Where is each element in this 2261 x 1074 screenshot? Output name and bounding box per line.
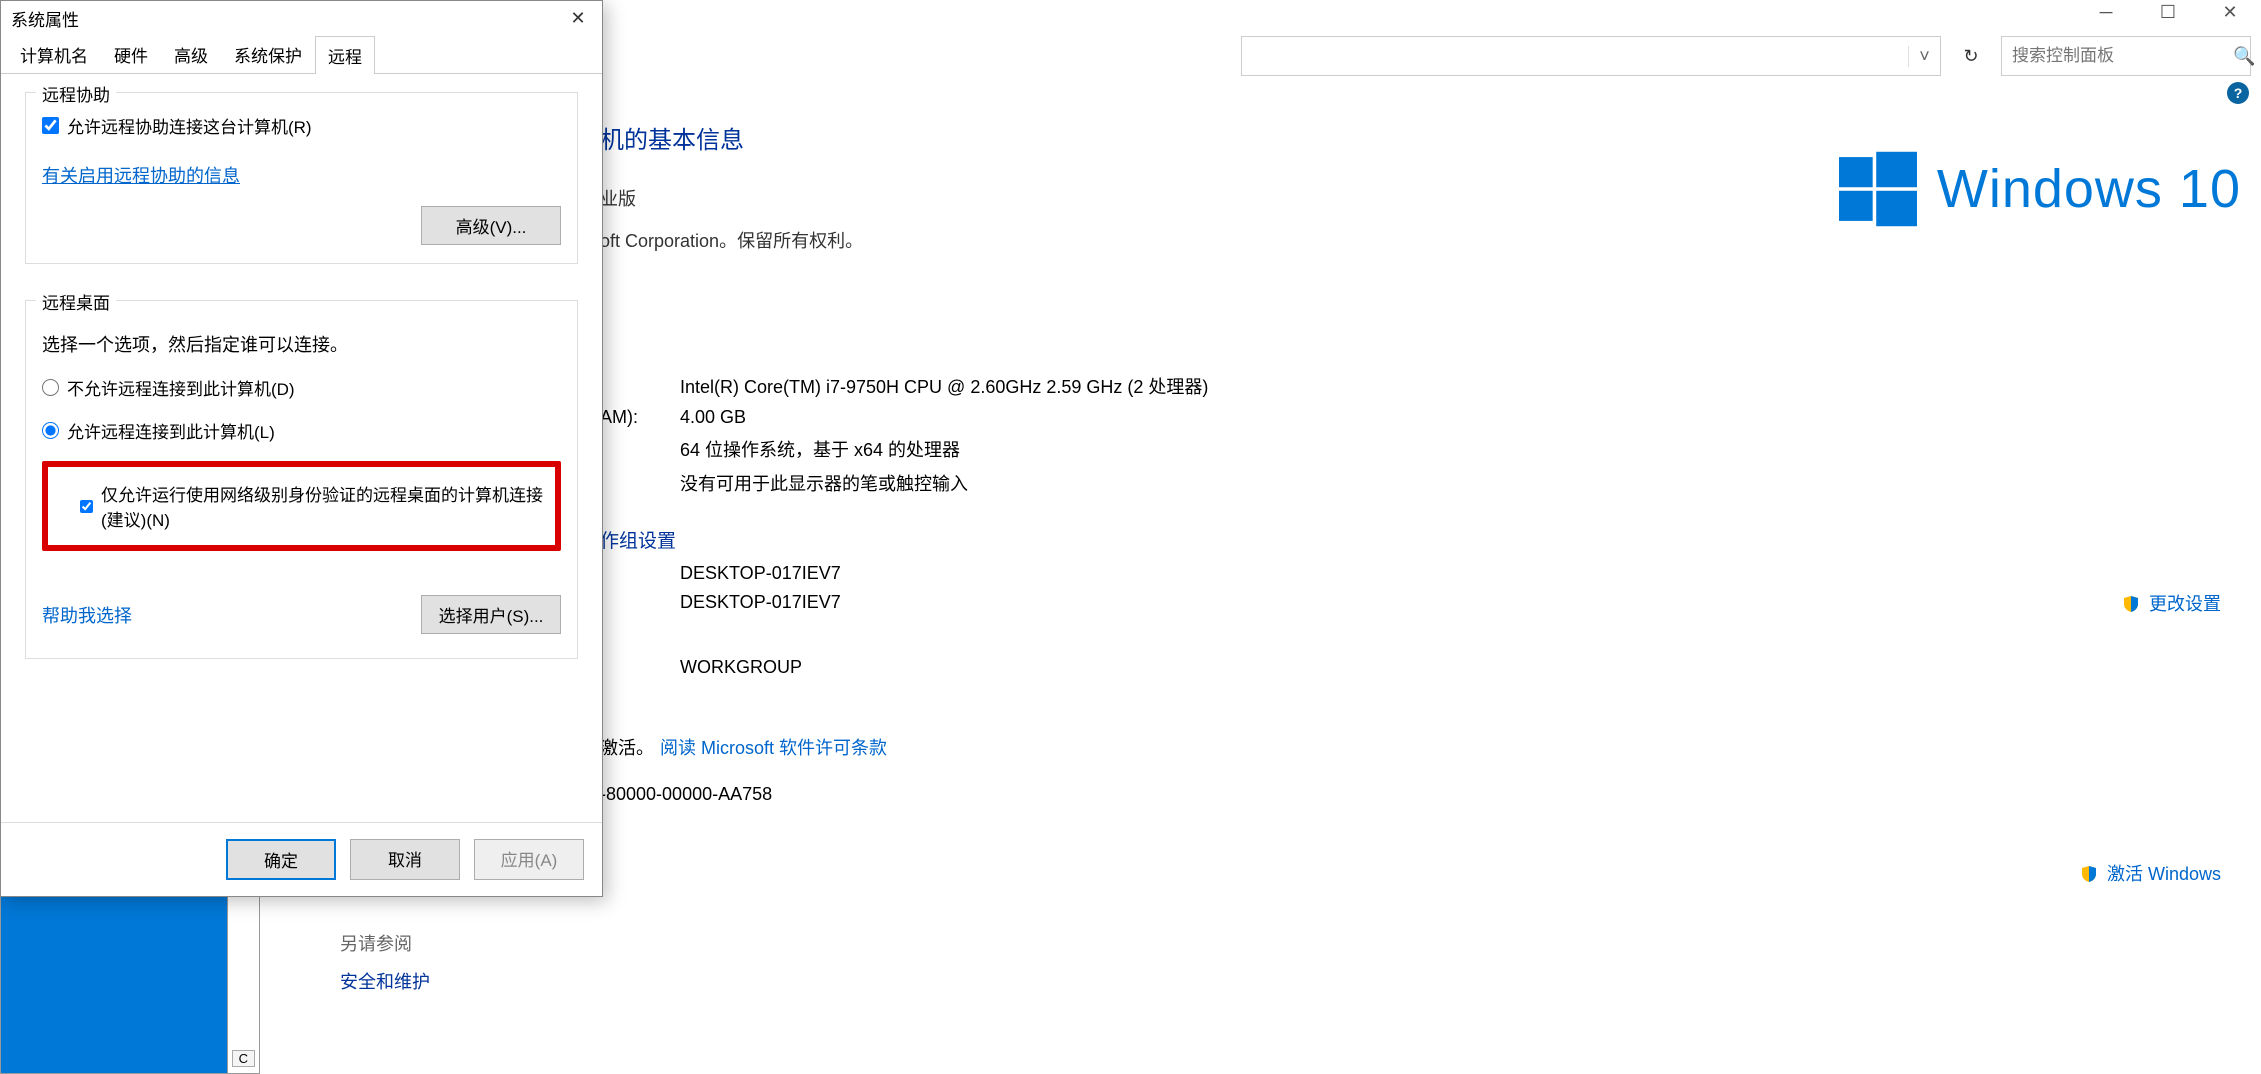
windows10-text: Windows 10 <box>1937 158 2241 220</box>
ok-button[interactable]: 确定 <box>226 839 336 880</box>
nla-label: 仅允许运行使用网络级别身份验证的远程桌面的计算机连接(建议)(N) <box>101 481 547 531</box>
security-maintenance-link[interactable]: 安全和维护 <box>340 968 430 994</box>
window-controls: ─ ☐ ✕ <box>600 0 2261 24</box>
advanced-button[interactable]: 高级(V)... <box>421 206 561 245</box>
activation-status: 激活。 <box>600 734 654 760</box>
chevron-down-icon[interactable]: ˅ <box>1908 46 1940 67</box>
allow-remote-assistance-checkbox[interactable]: 允许远程协助连接这台计算机(R) <box>42 113 561 138</box>
remote-desktop-hint: 选择一个选项，然后指定谁可以连接。 <box>42 331 561 357</box>
close-icon[interactable]: ✕ <box>554 1 602 35</box>
system-properties-dialog: 系统属性 ✕ 计算机名 硬件 高级 系统保护 远程 远程协助 允许远程协助连接这… <box>0 0 603 897</box>
radio-disallow-label: 不允许远程连接到此计算机(D) <box>67 375 295 400</box>
ram-label: AM): <box>600 407 640 428</box>
search-icon: 🔍 <box>2233 46 2255 67</box>
refresh-button[interactable]: ↻ <box>1951 36 1991 76</box>
windows-icon <box>1839 150 1917 228</box>
help-icon[interactable]: ? <box>2227 82 2249 104</box>
pen-value: 没有可用于此显示器的笔或触控输入 <box>680 470 2241 496</box>
product-id: -80000-00000-AA758 <box>600 784 2241 805</box>
shield-icon <box>2080 865 2098 883</box>
radio-disallow-remote[interactable]: 不允许远程连接到此计算机(D) <box>42 375 561 400</box>
ram-value: 4.00 GB <box>680 407 746 428</box>
see-also-title: 另请参阅 <box>340 930 430 956</box>
address-bar[interactable]: ˅ <box>1241 36 1941 76</box>
full-computer-name: DESKTOP-017IEV7 <box>680 592 2241 613</box>
tiny-button[interactable]: C <box>232 1050 255 1067</box>
tab-hardware[interactable]: 硬件 <box>101 35 161 73</box>
change-settings-link[interactable]: 更改设置 <box>2149 594 2221 614</box>
edition-value: 业版 <box>600 185 636 211</box>
cancel-button[interactable]: 取消 <box>350 839 460 880</box>
remote-assistance-info-link[interactable]: 有关启用远程协助的信息 <box>42 166 240 186</box>
section-workgroup: 作组设置 <box>600 526 2241 553</box>
remote-assistance-group: 远程协助 允许远程协助连接这台计算机(R) 有关启用远程协助的信息 高级(V).… <box>25 92 578 264</box>
tab-system-protection[interactable]: 系统保护 <box>221 35 315 73</box>
remote-desktop-title: 远程桌面 <box>36 289 116 314</box>
copyright-text: oft Corporation。保留所有权利。 <box>600 227 863 253</box>
tab-computer-name[interactable]: 计算机名 <box>7 35 101 73</box>
allow-remote-assistance-label: 允许远程协助连接这台计算机(R) <box>67 113 312 138</box>
taskbar-preview: C <box>0 892 260 1074</box>
dialog-title: 系统属性 <box>1 1 602 35</box>
systype-value: 64 位操作系统，基于 x64 的处理器 <box>680 436 2241 462</box>
maximize-button[interactable]: ☐ <box>2137 0 2199 24</box>
cpu-value: Intel(R) Core(TM) i7-9750H CPU @ 2.60GHz… <box>680 373 2241 399</box>
remote-assistance-title: 远程协助 <box>36 81 116 106</box>
dialog-tabs: 计算机名 硬件 高级 系统保护 远程 <box>1 35 602 74</box>
minimize-button[interactable]: ─ <box>2075 0 2137 24</box>
radio-allow-remote[interactable]: 允许远程连接到此计算机(L) <box>42 418 561 443</box>
search-input[interactable]: 🔍 <box>2001 36 2251 76</box>
radio-allow-label: 允许远程连接到此计算机(L) <box>67 418 275 443</box>
workgroup-value: WORKGROUP <box>680 657 2241 678</box>
license-terms-link[interactable]: 阅读 Microsoft 软件许可条款 <box>660 734 887 760</box>
activate-windows-link[interactable]: 激活 Windows <box>2107 864 2221 884</box>
tab-remote[interactable]: 远程 <box>315 36 375 74</box>
help-me-choose-link[interactable]: 帮助我选择 <box>42 602 132 628</box>
shield-icon <box>2122 595 2140 613</box>
tab-advanced[interactable]: 高级 <box>161 35 221 73</box>
nla-checkbox[interactable]: 仅允许运行使用网络级别身份验证的远程桌面的计算机连接(建议)(N) <box>74 471 553 541</box>
select-users-button[interactable]: 选择用户(S)... <box>421 595 561 634</box>
apply-button[interactable]: 应用(A) <box>474 839 584 880</box>
dialog-button-row: 确定 取消 应用(A) <box>1 822 602 896</box>
remote-desktop-group: 远程桌面 选择一个选项，然后指定谁可以连接。 不允许远程连接到此计算机(D) 允… <box>25 300 578 659</box>
computer-name: DESKTOP-017IEV7 <box>680 563 2241 584</box>
windows-logo: Windows 10 <box>1839 150 2241 228</box>
close-button[interactable]: ✕ <box>2199 0 2261 24</box>
highlight-box: 仅允许运行使用网络级别身份验证的远程桌面的计算机连接(建议)(N) <box>42 461 561 551</box>
